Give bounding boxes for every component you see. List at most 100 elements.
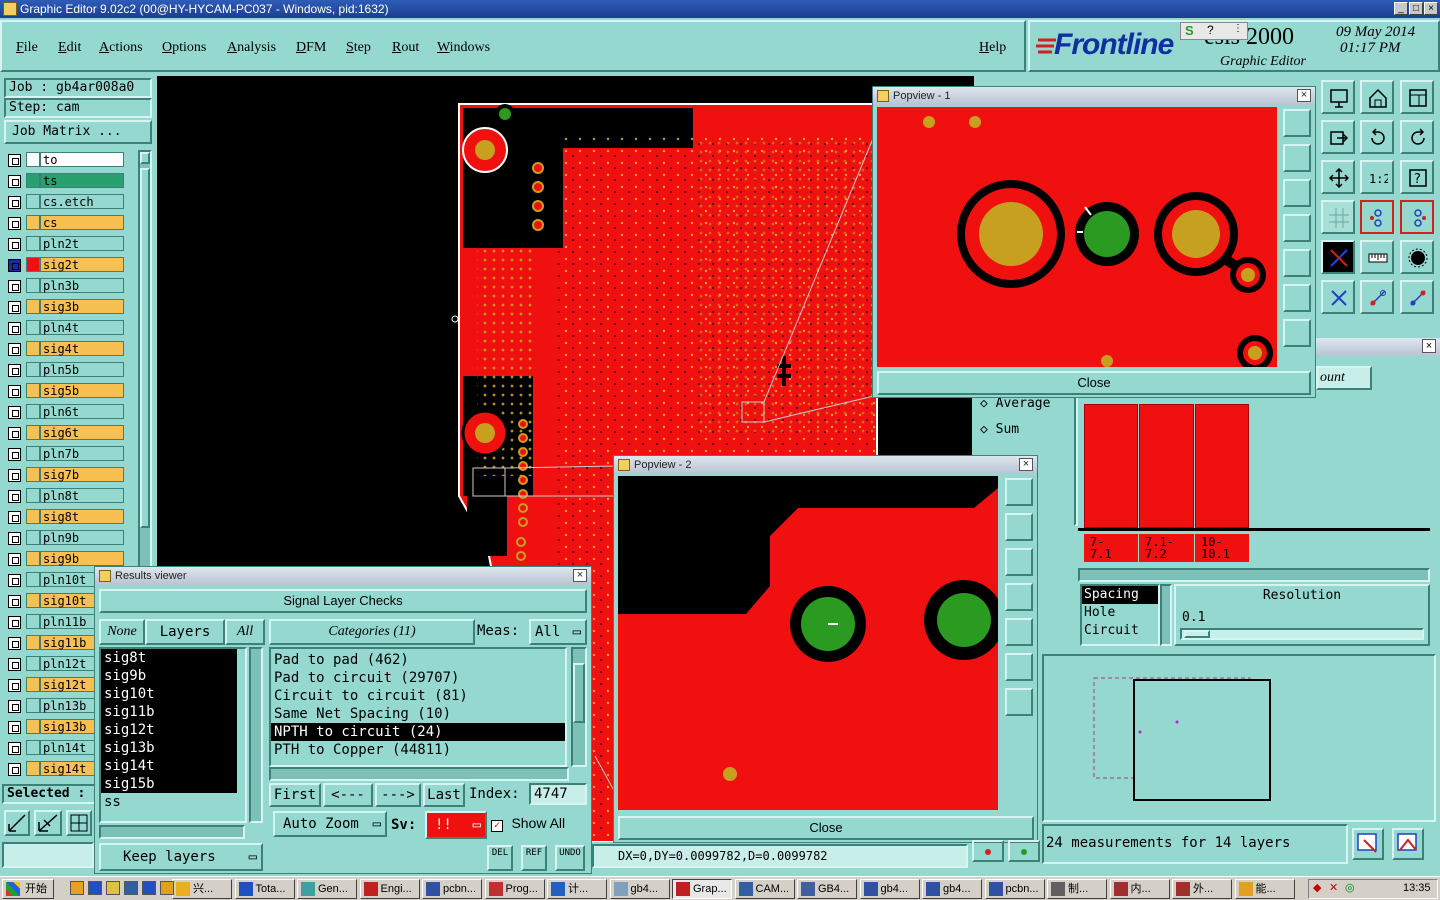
show-all-toggle[interactable]: ✓ Show All — [491, 815, 565, 832]
category-list[interactable]: Pad to pad (462) Pad to circuit (29707) Ci… — [269, 647, 567, 767]
scale-1-2-icon[interactable]: 1:2 — [1360, 160, 1394, 194]
categories-button[interactable]: Categories (11) — [269, 619, 475, 645]
layer-visibility-checkbox[interactable] — [8, 427, 21, 440]
layer-row-sig7b[interactable]: sig7b — [6, 467, 124, 484]
quick-launch-icon[interactable] — [124, 881, 138, 895]
layer-affected-toggle[interactable] — [26, 740, 40, 755]
histogram-bar[interactable] — [1195, 404, 1249, 528]
layer-name[interactable]: sig7b — [40, 467, 124, 482]
popview-2-zoom-in-icon[interactable] — [1005, 478, 1033, 506]
tool-grid-icon[interactable] — [66, 810, 92, 836]
layer-visibility-checkbox[interactable] — [8, 259, 21, 272]
type-scrollbar[interactable] — [1160, 584, 1172, 646]
line-snap-icon[interactable] — [1360, 280, 1394, 314]
layer-row-pln8t[interactable]: pln8t — [6, 488, 124, 505]
all-button[interactable]: All — [225, 619, 265, 645]
menu-rout[interactable]: Rout — [392, 40, 419, 56]
layer-visibility-checkbox[interactable] — [8, 574, 21, 587]
layer-row-sig5b[interactable]: sig5b — [6, 383, 124, 400]
taskbar-item[interactable]: 制... — [1047, 879, 1107, 899]
layer-name[interactable]: sig3b — [40, 299, 124, 314]
tray-icon[interactable]: ✕ — [1329, 881, 1338, 894]
result-layer-item[interactable]: sig15b — [101, 775, 237, 793]
layer-visibility-checkbox[interactable] — [8, 679, 21, 692]
menu-actions[interactable]: Actions — [99, 40, 143, 56]
layer-row-pln9b[interactable]: pln9b — [6, 530, 124, 547]
layer-name[interactable]: sig4t — [40, 341, 124, 356]
layer-affected-toggle[interactable] — [26, 593, 40, 608]
pan-right-icon[interactable] — [1321, 120, 1355, 154]
layer-affected-toggle[interactable] — [26, 278, 40, 293]
taskbar-item[interactable]: gb4... — [922, 879, 982, 899]
layer-row-pln7b[interactable]: pln7b — [6, 446, 124, 463]
popview-1-title-bar[interactable]: Popview - 1 × — [873, 87, 1315, 105]
average-option[interactable]: ◇ Average — [980, 396, 1050, 411]
cross-icon[interactable] — [1321, 280, 1355, 314]
category-item[interactable]: Same Net Spacing (10) — [271, 705, 565, 723]
type-list[interactable]: Spacing Hole Circuit — [1080, 584, 1160, 646]
layer-row-cs-etch[interactable]: cs.etch — [6, 194, 124, 211]
layer-row-sig8t[interactable]: sig8t — [6, 509, 124, 526]
layer-affected-toggle[interactable] — [26, 425, 40, 440]
result-layer-item[interactable]: sig13b — [101, 739, 237, 757]
query-icon[interactable]: ? — [1400, 160, 1434, 194]
taskbar-item[interactable]: 外... — [1172, 879, 1232, 899]
layer-row-pln4t[interactable]: pln4t — [6, 320, 124, 337]
layer-name[interactable]: sig2t — [40, 257, 124, 272]
help-tray-icon[interactable]: ? — [1207, 23, 1214, 37]
type-item[interactable]: Circuit — [1082, 622, 1158, 640]
quick-launch-icon[interactable] — [88, 881, 102, 895]
tray-icon[interactable]: ◆ — [1313, 881, 1321, 894]
result-layer-item[interactable]: sig10t — [101, 685, 237, 703]
status-green-icon[interactable] — [1008, 840, 1040, 862]
menu-step[interactable]: Step — [346, 40, 371, 56]
measurement-close-icon[interactable]: × — [1422, 339, 1436, 353]
zoom-in-icon[interactable] — [1321, 80, 1355, 114]
layer-name[interactable]: pln2t — [40, 236, 124, 251]
layer-name[interactable]: sig5b — [40, 383, 124, 398]
popview-1-zoom-in-icon[interactable] — [1283, 109, 1311, 137]
taskbar-item[interactable]: pcbn... — [422, 879, 482, 899]
layer-affected-toggle[interactable] — [26, 635, 40, 650]
prev-button[interactable]: <--- — [323, 783, 373, 807]
layer-visibility-checkbox[interactable] — [8, 637, 21, 650]
window-icon[interactable] — [1400, 80, 1434, 114]
layer-affected-toggle[interactable] — [26, 467, 40, 482]
layer-name[interactable]: pln9b — [40, 530, 124, 545]
layer-row-pln2t[interactable]: pln2t — [6, 236, 124, 253]
results-close-icon[interactable]: × — [573, 569, 587, 582]
undo-button[interactable]: UNDO — [555, 845, 585, 871]
layer-affected-toggle[interactable] — [26, 446, 40, 461]
layer-visibility-checkbox[interactable] — [8, 700, 21, 713]
layer-visibility-checkbox[interactable] — [8, 469, 21, 482]
home-icon[interactable] — [1360, 80, 1394, 114]
layer-name[interactable]: to — [40, 152, 124, 167]
layer-visibility-checkbox[interactable] — [8, 175, 21, 188]
layer-affected-toggle[interactable] — [26, 173, 40, 188]
s-icon[interactable]: S — [1185, 23, 1194, 38]
popview-1-pan-right-icon[interactable] — [1283, 249, 1311, 277]
popview-1-close-icon[interactable]: × — [1297, 89, 1311, 102]
layer-name[interactable]: pln5b — [40, 362, 124, 377]
layer-visibility-checkbox[interactable] — [8, 154, 21, 167]
popview-2-zoom-out-icon[interactable] — [1005, 688, 1033, 716]
category-scroll-thumb[interactable] — [573, 663, 585, 723]
menu-file[interactable]: File — [16, 40, 38, 56]
tool-resize-icon[interactable] — [4, 810, 30, 836]
layer-visibility-checkbox[interactable] — [8, 322, 21, 335]
taskbar-item[interactable]: 计... — [547, 879, 607, 899]
layer-affected-toggle[interactable] — [26, 656, 40, 671]
popview-2-pan-right-icon[interactable] — [1005, 618, 1033, 646]
layer-row-sig3b[interactable]: sig3b — [6, 299, 124, 316]
result-layer-scrollbar[interactable] — [249, 647, 263, 823]
popview-2-pan-up-icon[interactable] — [1005, 513, 1033, 541]
scroll-thumb[interactable] — [140, 168, 150, 528]
sum-option[interactable]: ◇ Sum — [980, 422, 1019, 437]
popview-2-pan-left-icon[interactable] — [1005, 583, 1033, 611]
count-button[interactable]: ount — [1316, 366, 1372, 390]
layer-name[interactable]: sig8t — [40, 509, 124, 524]
board-preview[interactable] — [1042, 654, 1436, 822]
menu-dfm[interactable]: DFM — [296, 40, 326, 56]
layer-row-ts[interactable]: ts — [6, 173, 124, 190]
layer-visibility-checkbox[interactable] — [8, 742, 21, 755]
